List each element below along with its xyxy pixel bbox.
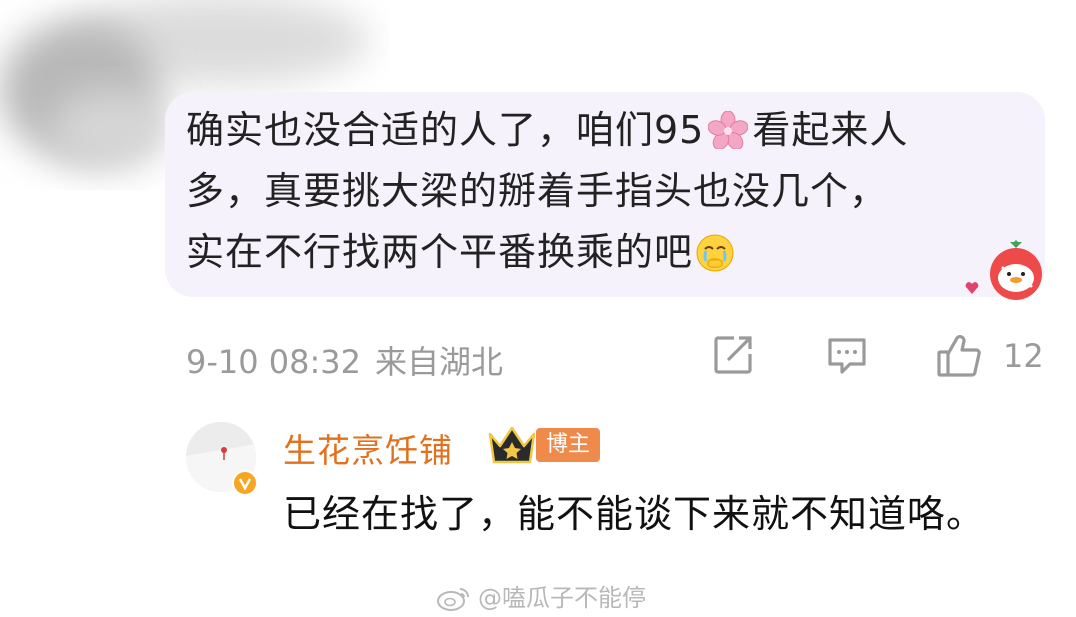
crown-icon	[488, 426, 536, 464]
share-icon[interactable]	[712, 334, 754, 376]
host-badge: 博主	[536, 428, 601, 462]
comment-text: 确实也没合适的人了，咱们95 看起来人 多，真要挑大梁的掰着手指头也没几个， 实…	[186, 100, 1016, 283]
reply-username[interactable]: 生花烹饪铺	[283, 424, 453, 472]
comment-line-1: 确实也没合适的人了，咱们95 看起来人	[186, 108, 909, 152]
comment-date: 9-10 08:32	[186, 343, 362, 381]
comment-location: 来自湖北	[375, 343, 504, 381]
like-count: 12	[1003, 337, 1044, 375]
like-icon[interactable]	[936, 334, 982, 378]
comment-meta: 9-10 08:32 来自湖北	[186, 337, 517, 383]
heart-icon	[965, 282, 979, 294]
reply-text: 已经在找了，能不能谈下来就不知道咯。	[283, 492, 986, 536]
weibo-logo-icon	[437, 588, 469, 611]
flower-emoji-icon	[708, 111, 749, 149]
watermark: @嗑瓜子不能停	[436, 578, 646, 612]
watermark-text: @嗑瓜子不能停	[478, 584, 646, 612]
crying-face-emoji-icon	[696, 234, 734, 272]
verified-badge-icon	[232, 470, 258, 496]
strawberry-duck-sticker-icon	[990, 240, 1042, 300]
comment-line-3: 实在不行找两个平番换乘的吧	[186, 222, 1016, 283]
comment-icon[interactable]	[826, 334, 868, 376]
comment-line-2: 多，真要挑大梁的掰着手指头也没几个，	[186, 169, 889, 213]
